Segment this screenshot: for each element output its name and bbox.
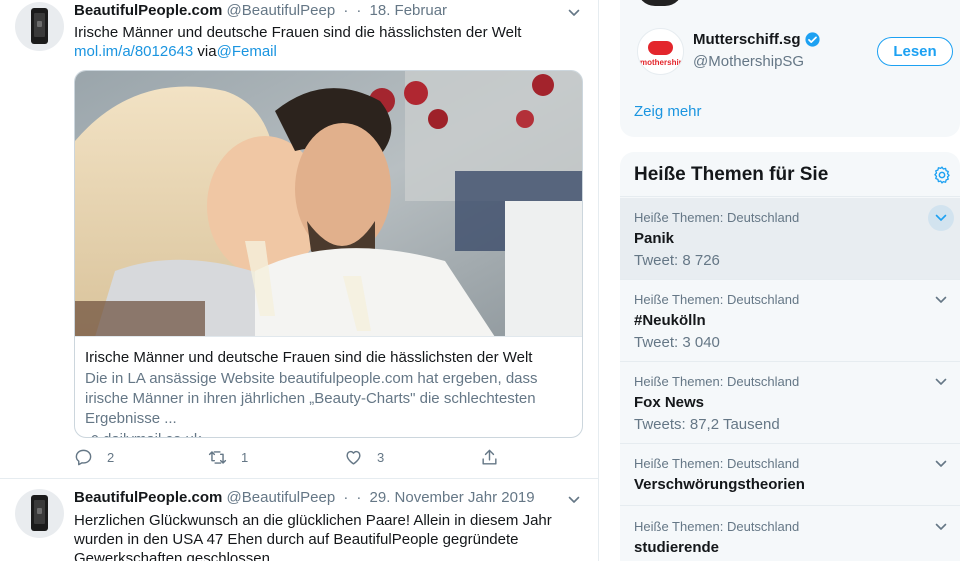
- separator: ·: [356, 489, 362, 506]
- logo-text: mothership: [640, 58, 684, 67]
- tweet-link[interactable]: mol.im/a/8012643: [74, 43, 193, 60]
- author-handle[interactable]: @BeautifulPeep: [227, 2, 336, 19]
- retweet-count: 1: [241, 450, 249, 465]
- author-name[interactable]: BeautifulPeople.com: [74, 2, 222, 19]
- tweet-text: Irische Männer und deutsche Frauen sind …: [74, 23, 584, 61]
- reply-icon: [75, 449, 92, 466]
- tweet-header: BeautifulPeople.com @BeautifulPeep · · 29…: [74, 488, 535, 508]
- avatar[interactable]: [637, 0, 683, 6]
- trend-name: Panik: [634, 230, 675, 247]
- like-count: 3: [377, 450, 385, 465]
- trend-count: Tweet: 8 726: [634, 252, 720, 269]
- trend-item[interactable]: Heiße Themen: Deutschland Fox News Tweet…: [620, 362, 960, 444]
- link-icon: [91, 434, 98, 437]
- reply-count: 2: [107, 450, 115, 465]
- account-name-text: Mutterschiff.sg: [693, 31, 801, 48]
- trends-header: Heiße Themen für Sie: [620, 152, 960, 197]
- tweet[interactable]: BeautifulPeople.com @BeautifulPeep · · 29…: [0, 480, 598, 561]
- show-more-link[interactable]: Zeig mehr: [634, 103, 702, 120]
- retweet-button[interactable]: 1: [208, 448, 248, 467]
- trends-panel: Heiße Themen für Sie Heiße Themen: Deuts…: [620, 152, 960, 561]
- card-body: Irische Männer und deutsche Frauen sind …: [85, 348, 575, 437]
- trend-count: Tweet: 3 040: [634, 334, 720, 351]
- trend-item[interactable]: Heiße Themen: Deutschland Verschwörungst…: [620, 444, 960, 506]
- tweet[interactable]: BeautifulPeople.com @BeautifulPeep · · 18…: [0, 0, 598, 479]
- like-icon: [346, 450, 361, 465]
- tweet-date[interactable]: 29. November Jahr 2019: [370, 489, 535, 506]
- separator: ·: [343, 489, 349, 506]
- separator: ·: [343, 2, 349, 19]
- share-button[interactable]: [480, 448, 513, 467]
- trend-meta: Heiße Themen: Deutschland: [634, 292, 800, 307]
- caret-down-icon[interactable]: [928, 451, 954, 477]
- tweet-body: Herzlichen Glückwunsch an die glückliche…: [74, 512, 552, 561]
- avatar[interactable]: [15, 2, 64, 51]
- tweet-header: BeautifulPeople.com @BeautifulPeep · · 18…: [74, 1, 447, 21]
- trend-name: #Neukölln: [634, 312, 706, 329]
- trend-count: Tweets: 87,2 Tausend: [634, 416, 780, 433]
- tweet-body: Irische Männer und deutsche Frauen sind …: [74, 24, 522, 41]
- caret-down-icon[interactable]: [928, 514, 954, 540]
- account-handle: @MothershipSG: [693, 53, 805, 70]
- reply-button[interactable]: 2: [74, 448, 114, 467]
- avatar[interactable]: mothership: [637, 28, 684, 75]
- trend-meta: Heiße Themen: Deutschland: [634, 456, 800, 471]
- caret-down-icon[interactable]: [928, 205, 954, 231]
- card-domain-text: dailymail.co.uk: [103, 430, 201, 437]
- separator: ·: [356, 2, 362, 19]
- card-description: Die in LA ansässige Website beautifulpeo…: [85, 370, 538, 427]
- retweet-icon: [208, 451, 227, 464]
- tweet-actions: 2 1 3: [74, 448, 514, 470]
- trend-name: Verschwörungstheorien: [634, 476, 805, 493]
- caret-down-icon[interactable]: [568, 6, 580, 18]
- trends-title: Heiße Themen für Sie: [634, 164, 829, 185]
- who-to-follow-panel: mothership Mutterschiff.sg @MothershipSG…: [620, 0, 960, 137]
- timeline: BeautifulPeople.com @BeautifulPeep · · 18…: [0, 0, 599, 561]
- card-image: [75, 71, 582, 337]
- tweet-date[interactable]: 18. Februar: [370, 2, 448, 19]
- author-name[interactable]: BeautifulPeople.com: [74, 489, 222, 506]
- via-label: via: [197, 43, 217, 60]
- caret-down-icon[interactable]: [928, 287, 954, 313]
- like-button[interactable]: 3: [344, 448, 384, 467]
- trend-item[interactable]: Heiße Themen: Deutschland #Neukölln Twee…: [620, 280, 960, 362]
- follow-button[interactable]: Lesen: [877, 37, 953, 66]
- card-domain: dailymail.co.uk: [85, 430, 575, 437]
- card-title: Irische Männer und deutsche Frauen sind …: [85, 349, 533, 366]
- verified-icon: [804, 32, 820, 47]
- trend-item[interactable]: Heiße Themen: Deutschland Panik Tweet: 8…: [620, 198, 960, 280]
- via-handle-link[interactable]: @Femail: [217, 43, 277, 60]
- trend-item[interactable]: Heiße Themen: Deutschland studierende: [620, 507, 960, 561]
- caret-down-icon[interactable]: [568, 493, 580, 505]
- author-handle[interactable]: @BeautifulPeep: [227, 489, 336, 506]
- trend-meta: Heiße Themen: Deutschland: [634, 374, 800, 389]
- gear-icon[interactable]: [932, 165, 952, 185]
- account-name[interactable]: Mutterschiff.sg: [693, 31, 821, 48]
- caret-down-icon[interactable]: [928, 369, 954, 395]
- trend-meta: Heiße Themen: Deutschland: [634, 519, 800, 534]
- avatar[interactable]: [15, 489, 64, 538]
- share-icon: [482, 449, 497, 465]
- trend-name: studierende: [634, 539, 720, 556]
- link-card[interactable]: Irische Männer und deutsche Frauen sind …: [74, 70, 583, 438]
- trend-name: Fox News: [634, 394, 705, 411]
- trend-meta: Heiße Themen: Deutschland: [634, 210, 800, 225]
